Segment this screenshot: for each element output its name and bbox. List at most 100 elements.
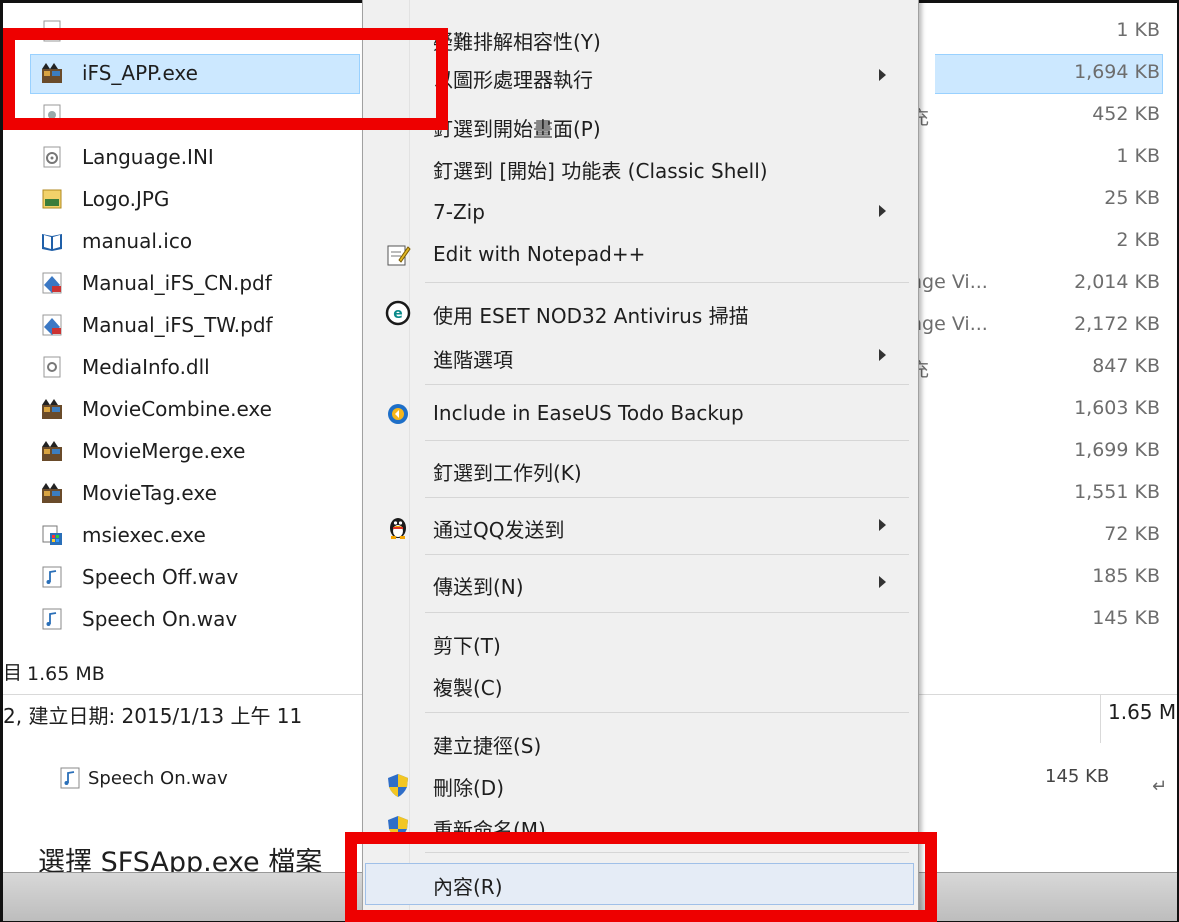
status-size-right: 1.65 M	[1108, 700, 1177, 724]
file-name[interactable]: Speech On.wav	[82, 607, 237, 631]
menu-separator	[425, 612, 909, 613]
app-exe-icon	[40, 397, 66, 423]
audio-file-icon	[40, 565, 66, 591]
pdf-icon	[40, 271, 66, 297]
menu-item-create-shortcut[interactable]: 建立捷徑(S)	[363, 722, 918, 764]
file-name[interactable]: msiexec.exe	[82, 523, 206, 547]
file-name[interactable]: MovieCombine.exe	[82, 397, 272, 421]
file-name[interactable]: Logo.JPG	[82, 187, 169, 211]
menu-item-label: 進階選項	[433, 348, 513, 372]
menu-separator	[425, 384, 909, 385]
submenu-arrow-icon	[879, 349, 886, 361]
menu-item-label: 剪下(T)	[433, 634, 501, 658]
file-size: 2,172 KB	[1074, 313, 1160, 335]
file-size: 452 KB	[1092, 103, 1160, 125]
menu-item-7zip[interactable]: 7-Zip	[363, 192, 918, 234]
file-size: 145 KB	[1092, 607, 1160, 629]
app-exe-icon	[40, 481, 66, 507]
file-type: nge Vi...	[910, 313, 988, 335]
file-size: 1,603 KB	[1074, 397, 1160, 419]
file-name[interactable]: Manual_iFS_CN.pdf	[82, 271, 272, 295]
submenu-arrow-icon	[879, 576, 886, 588]
menu-item-delete[interactable]: 刪除(D)	[363, 764, 918, 806]
menu-item-label: 使用 ESET NOD32 Antivirus 掃描	[433, 304, 749, 328]
submenu-arrow-icon	[879, 69, 886, 81]
eset-icon: e	[385, 300, 411, 326]
file-size: 25 KB	[1104, 187, 1160, 209]
file-size: 847 KB	[1092, 355, 1160, 377]
uac-shield-icon	[385, 772, 411, 798]
menu-item-copy[interactable]: 複製(C)	[363, 664, 918, 706]
file-name[interactable]: Language.INI	[82, 145, 214, 169]
installer-icon	[40, 523, 66, 549]
jpg-image-icon	[40, 187, 66, 213]
menu-item-advanced-options[interactable]: 進階選項	[363, 336, 918, 378]
menu-separator	[425, 497, 909, 498]
file-size: 1,699 KB	[1074, 439, 1160, 461]
file-name[interactable]: manual.ico	[82, 229, 192, 253]
menu-item-pin-classic-shell[interactable]: 釘選到 [開始] 功能表 (Classic Shell)	[363, 147, 918, 189]
menu-item-label: Include in EaseUS Todo Backup	[433, 401, 744, 425]
menu-item-label: 以圖形處理器執行	[433, 68, 593, 92]
ini-settings-icon	[40, 145, 66, 171]
file-size: 1 KB	[1116, 145, 1160, 167]
audio-file-icon	[40, 607, 66, 633]
status-divider	[1100, 695, 1101, 743]
file-name[interactable]: MovieTag.exe	[82, 481, 217, 505]
file-size: 1 KB	[1116, 19, 1160, 41]
submenu-arrow-icon	[879, 519, 886, 531]
file-type: nge Vi...	[910, 271, 988, 293]
file-name[interactable]: Manual_iFS_TW.pdf	[82, 313, 273, 337]
menu-separator	[425, 440, 909, 441]
dll-icon	[40, 355, 66, 381]
file-name[interactable]: MediaInfo.dll	[82, 355, 210, 379]
menu-item-label: 建立捷徑(S)	[433, 734, 542, 758]
menu-item-cut[interactable]: 剪下(T)	[363, 622, 918, 664]
qq-penguin-icon	[385, 514, 411, 540]
menu-item-label: 刪除(D)	[433, 776, 505, 800]
app-exe-icon	[40, 439, 66, 465]
file-size: 2,014 KB	[1074, 271, 1160, 293]
book-icon	[40, 229, 66, 255]
audio-file-icon	[58, 766, 82, 790]
status-selected-size: 1.65 MB	[27, 663, 105, 685]
menu-item-label: Edit with Notepad++	[433, 242, 646, 266]
pdf-icon	[40, 313, 66, 339]
status-item-count: 目	[3, 662, 23, 684]
file-size: 1,694 KB	[1074, 61, 1160, 83]
menu-item-label: 複製(C)	[433, 676, 503, 700]
file-size: 2 KB	[1116, 229, 1160, 251]
document-file-size: 145 KB	[1045, 766, 1110, 787]
notepad-plus-icon	[385, 242, 411, 268]
file-name[interactable]: MovieMerge.exe	[82, 439, 245, 463]
svg-text:e: e	[393, 306, 403, 322]
menu-item-label: 釘選到工作列(K)	[433, 461, 582, 485]
menu-item-eset-scan[interactable]: e 使用 ESET NOD32 Antivirus 掃描	[363, 292, 918, 334]
file-name[interactable]: Speech Off.wav	[82, 565, 238, 589]
file-size: 185 KB	[1092, 565, 1160, 587]
menu-item-send-via-qq[interactable]: 通过QQ发送到	[363, 506, 918, 548]
menu-item-label: 7-Zip	[433, 200, 485, 224]
file-size: 1,551 KB	[1074, 481, 1160, 503]
menu-item-label: 疑難排解相容性(Y)	[433, 30, 601, 54]
status-bar-selection: 目 1.65 MB	[3, 656, 363, 692]
document-file-name: Speech On.wav	[88, 768, 228, 789]
menu-item-label: 通过QQ发送到	[433, 518, 565, 542]
annotation-highlight-properties	[345, 832, 937, 922]
menu-item-label: 傳送到(N)	[433, 575, 524, 599]
menu-item-pin-taskbar[interactable]: 釘選到工作列(K)	[363, 449, 918, 491]
menu-item-label: 釘選到 [開始] 功能表 (Classic Shell)	[433, 159, 768, 183]
menu-item-label: 釘選到開始畫面(P)	[433, 117, 601, 141]
menu-separator	[425, 712, 909, 713]
menu-item-edit-notepadpp[interactable]: Edit with Notepad++	[363, 234, 918, 276]
status-details: 2, 建立日期: 2015/1/13 上午 11	[3, 704, 303, 728]
annotation-highlight-file	[3, 28, 448, 130]
menu-item-send-to[interactable]: 傳送到(N)	[363, 563, 918, 605]
return-mark-icon: ↵	[1152, 776, 1168, 797]
context-menu: 疑難排解相容性(Y) 以圖形處理器執行 釘選到開始畫面(P) 釘選到 [開始] …	[362, 0, 919, 922]
menu-item-easeus-backup[interactable]: Include in EaseUS Todo Backup	[363, 393, 918, 435]
file-size: 72 KB	[1104, 523, 1160, 545]
menu-separator	[425, 282, 909, 283]
menu-separator	[425, 554, 909, 555]
easeus-icon	[385, 401, 411, 427]
